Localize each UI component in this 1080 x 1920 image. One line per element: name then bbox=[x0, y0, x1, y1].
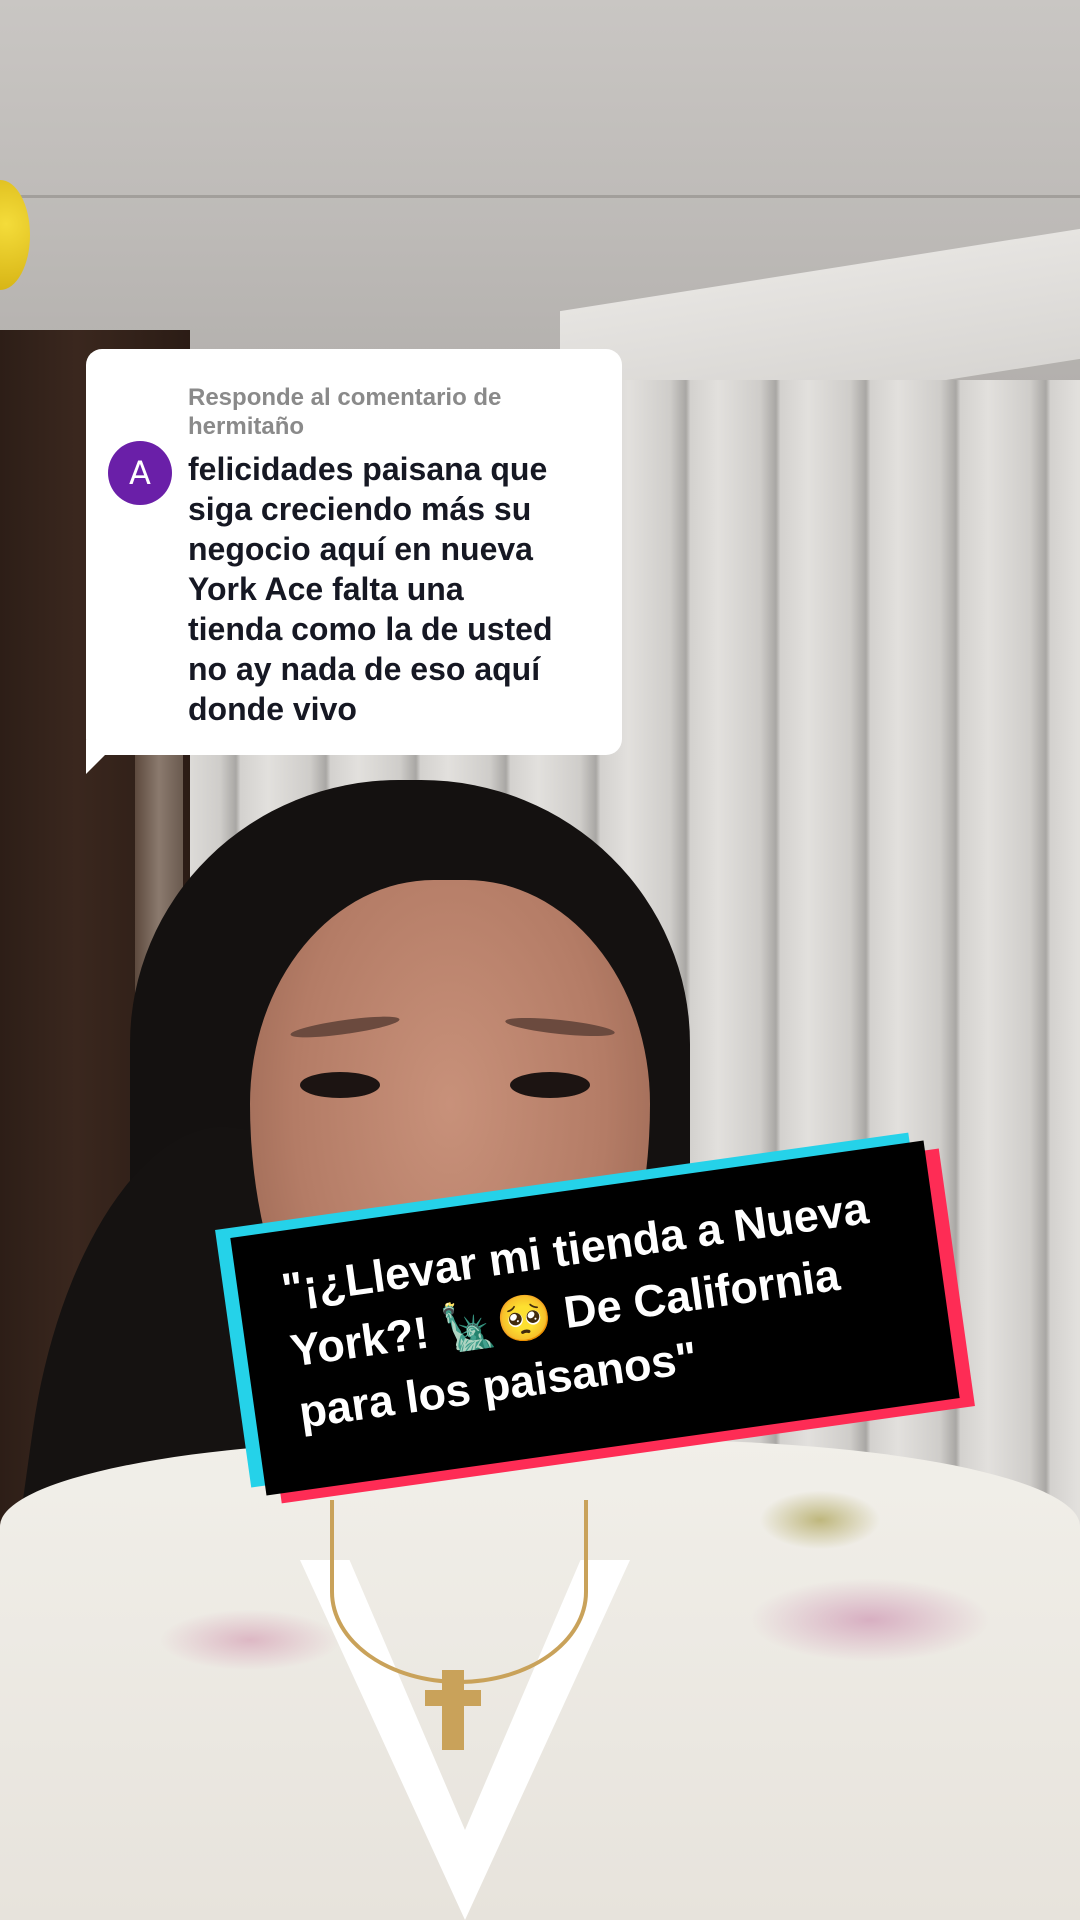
commenter-avatar[interactable]: A bbox=[108, 441, 172, 505]
right-eye bbox=[510, 1072, 590, 1098]
comment-text: felicidades paisana que siga creciendo m… bbox=[188, 451, 553, 727]
reply-header: Responde al comentario de hermitaño bbox=[188, 383, 598, 441]
cross-pendant bbox=[442, 1670, 464, 1750]
ceiling-line bbox=[0, 195, 1080, 198]
cross-pendant-bar bbox=[425, 1690, 481, 1706]
reply-username: hermitaño bbox=[188, 413, 305, 440]
reply-header-label: Responde al comentario de bbox=[188, 384, 502, 411]
video-frame[interactable] bbox=[0, 0, 1080, 1920]
left-eye bbox=[300, 1072, 380, 1098]
necklace bbox=[330, 1500, 588, 1684]
comment-reply-sticker[interactable]: Responde al comentario de hermitaño A fe… bbox=[86, 349, 622, 755]
